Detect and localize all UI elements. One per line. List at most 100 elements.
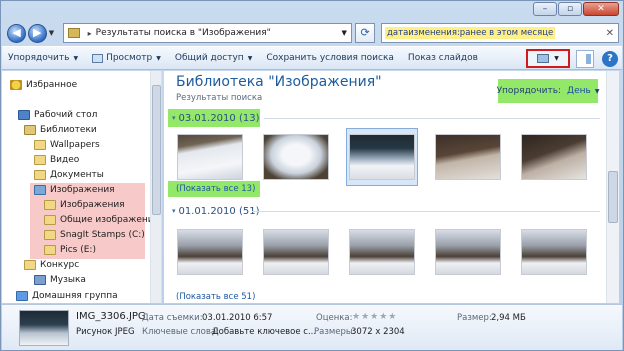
nav-item-pics[interactable]: Pics (E:) (44, 242, 96, 257)
nav-scrollbar[interactable] (150, 71, 161, 303)
desktop-icon (18, 109, 30, 120)
thumbnail-item-selected[interactable] (346, 128, 418, 186)
selected-photo-preview (19, 310, 69, 346)
content-pane: Библиотека "Изображения" Результаты поис… (164, 71, 619, 303)
nav-item-libraries[interactable]: Библиотеки (24, 122, 97, 137)
search-query: датаизменения:ранее в этом месяце (385, 27, 556, 39)
thumbnail-item[interactable] (260, 128, 332, 186)
save-search-button[interactable]: Сохранить условия поиска (266, 53, 394, 63)
nav-label: Музыка (50, 274, 86, 285)
preview-label: Просмотр (106, 53, 153, 63)
thumbnail-item[interactable] (174, 128, 246, 186)
photo-thumbnail (349, 229, 415, 275)
thumbnail-item[interactable] (518, 223, 590, 281)
command-bar: Упорядочить ▼ Просмотр ▼ Общий доступ ▼ … (2, 46, 622, 70)
share-label: Общий доступ (174, 53, 244, 63)
share-button[interactable]: Общий доступ ▼ (175, 53, 252, 63)
back-button[interactable]: ◀ (7, 23, 26, 43)
organize-label: Упорядочить (8, 53, 70, 63)
homegroup-icon (16, 290, 28, 301)
chevron-down-icon: ▼ (554, 55, 559, 62)
preview-pane-button[interactable] (576, 49, 594, 68)
scrollbar-thumb[interactable] (608, 171, 618, 223)
minimize-button[interactable]: – (533, 2, 557, 16)
star-icon (10, 79, 22, 90)
dimensions-value: 3072 x 2304 (351, 327, 405, 337)
thumbnail-item[interactable] (260, 223, 332, 281)
folder-icon (34, 139, 46, 150)
photo-thumbnail (263, 134, 329, 180)
arrange-by-control[interactable]: Упорядочить: День ▼ (497, 79, 599, 103)
scrollbar-thumb[interactable] (152, 85, 161, 215)
thumbnail-item[interactable] (432, 128, 504, 186)
explorer-window: – ▫ ✕ ◀ ▶ ▼ ▸ Результаты поиска в "Изобр… (0, 0, 624, 351)
date-taken-value: 03.01.2010 6:57 (202, 313, 273, 323)
nav-item-snagit[interactable]: SnagIt Stamps (C:) (44, 227, 145, 242)
navigation-pane: Избранное Рабочий стол Библиотеки Wallpa… (2, 71, 162, 303)
organize-button[interactable]: Упорядочить ▼ (8, 53, 78, 63)
change-view-button[interactable]: ▼ (526, 49, 570, 68)
group-header[interactable]: ▾ 01.01.2010 (51) (168, 202, 259, 220)
address-dropdown-icon[interactable]: ▼ (337, 29, 351, 37)
preview-button[interactable]: Просмотр ▼ (92, 53, 161, 63)
breadcrumb[interactable]: Результаты поиска в "Изображения" (96, 28, 338, 38)
nav-item-favorites[interactable]: Избранное (10, 77, 77, 92)
rating-label: Оценка: (316, 313, 353, 323)
nav-label: Документы (50, 169, 104, 180)
thumbnail-item[interactable] (174, 223, 246, 281)
search-input[interactable]: датаизменения:ранее в этом месяце ✕ (381, 23, 620, 43)
address-bar[interactable]: ▸ Результаты поиска в "Изображения" ▼ (62, 23, 353, 43)
maximize-button[interactable]: ▫ (558, 2, 582, 16)
date-taken-label: Дата съемки: (142, 313, 203, 323)
thumbnail-item[interactable] (518, 128, 590, 186)
group-divider (264, 118, 600, 119)
group-label: 01.01.2010 (51) (178, 205, 260, 217)
help-button[interactable]: ? (602, 50, 618, 67)
refresh-button[interactable]: ⟳ (355, 23, 376, 43)
forward-button[interactable]: ▶ (27, 23, 47, 43)
chevron-down-icon: ▼ (247, 54, 253, 62)
nav-label: Pics (E:) (60, 244, 96, 255)
folder-icon (44, 214, 56, 225)
photo-thumbnail (435, 134, 501, 180)
photo-thumbnail (177, 229, 243, 275)
library-icon (67, 28, 80, 38)
content-scrollbar[interactable] (606, 71, 619, 303)
details-pane: IMG_3306.JPG Рисунок JPEG Дата съемки: 0… (2, 304, 622, 350)
arrange-value: День (567, 86, 591, 96)
rating-stars[interactable]: ★★★★★ (352, 312, 397, 322)
photo-thumbnail (263, 229, 329, 275)
toolbar-right: ▼ ? (526, 49, 618, 68)
tags-label: Ключевые слова: (142, 327, 219, 337)
nav-item-images[interactable]: Изображения (34, 182, 115, 197)
nav-item-desktop[interactable]: Рабочий стол (18, 107, 97, 122)
nav-label: SnagIt Stamps (C:) (60, 229, 145, 240)
nav-item-images-folder[interactable]: Изображения (44, 197, 125, 212)
tags-field[interactable]: Добавьте ключевое с... (212, 327, 316, 337)
nav-item-documents[interactable]: Документы (34, 167, 104, 182)
music-icon (34, 274, 46, 285)
nav-item-video[interactable]: Видео (34, 152, 79, 167)
photo-thumbnail (521, 134, 587, 180)
file-type: Рисунок JPEG (76, 327, 135, 337)
nav-item-wallpapers[interactable]: Wallpapers (34, 137, 100, 152)
address-row: ◀ ▶ ▼ ▸ Результаты поиска в "Изображения… (7, 22, 620, 44)
thumbnail-item[interactable] (432, 223, 504, 281)
nav-item-contest[interactable]: Конкурс (24, 257, 79, 272)
recent-pages-dropdown[interactable]: ▼ (49, 29, 59, 37)
nav-item-homegroup[interactable]: Домашняя группа (16, 288, 118, 303)
nav-item-public-images[interactable]: Общие изображения (44, 212, 159, 227)
slideshow-button[interactable]: Показ слайдов (408, 53, 478, 63)
group-divider (252, 211, 600, 212)
show-all-link[interactable]: (Показать все 13) (168, 181, 260, 197)
nav-label: Общие изображения (60, 214, 160, 225)
show-all-link[interactable]: (Показать все 51) (168, 291, 255, 303)
thumbnail-item[interactable] (346, 223, 418, 281)
window-controls: – ▫ ✕ (532, 2, 619, 16)
group-header[interactable]: ▾ 03.01.2010 (13) (168, 109, 260, 127)
photo-thumbnail (521, 229, 587, 275)
nav-item-music[interactable]: Музыка (34, 272, 86, 287)
close-button[interactable]: ✕ (583, 2, 619, 16)
nav-label: Изображения (50, 184, 115, 195)
clear-search-icon[interactable]: ✕ (606, 28, 614, 39)
